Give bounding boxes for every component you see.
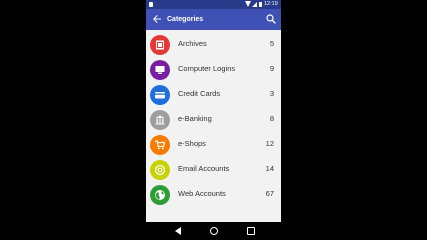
list-item-label: Credit Cards	[178, 89, 221, 98]
cart-icon	[150, 134, 170, 155]
page-title: Categories	[167, 16, 204, 23]
list-item-label: Computer Logins	[178, 64, 236, 73]
globe-icon	[150, 184, 170, 205]
nav-recents-icon[interactable]	[247, 227, 255, 235]
list-item-e-banking[interactable]: e-Banking 8	[146, 107, 281, 132]
list-item-web-accounts[interactable]: Web Accounts 67	[146, 182, 281, 207]
list-item-count: 5	[269, 39, 274, 48]
signal-icon	[252, 1, 257, 7]
list-item-count: 67	[265, 189, 274, 198]
list-item-label: Archives	[178, 39, 207, 48]
list-item-count: 9	[269, 64, 274, 73]
app-bar: Categories	[146, 9, 281, 30]
list-item-label: e-Shops	[178, 139, 206, 148]
list-item-archives[interactable]: Archives 5	[146, 32, 281, 57]
list-item-label: Web Accounts	[178, 189, 226, 198]
list-item-computer-logins[interactable]: Computer Logins 9	[146, 57, 281, 82]
list-item-email-accounts[interactable]: Email Accounts 14	[146, 157, 281, 182]
status-bar: 12:19	[146, 0, 281, 9]
list-item-label: e-Banking	[178, 114, 212, 123]
archive-icon	[150, 34, 170, 55]
list-item-count: 12	[265, 139, 274, 148]
list-item-e-shops[interactable]: e-Shops 12	[146, 132, 281, 157]
list-item-count: 3	[269, 89, 274, 98]
nav-home-icon[interactable]	[210, 227, 218, 235]
list-item-count: 14	[265, 164, 274, 173]
navigation-bar	[146, 222, 281, 240]
list-item-credit-cards[interactable]: Credit Cards 3	[146, 82, 281, 107]
battery-icon	[259, 1, 262, 7]
computer-icon	[150, 59, 170, 80]
list-item-label: Email Accounts	[178, 164, 230, 173]
wifi-icon	[245, 1, 251, 7]
search-icon[interactable]	[265, 13, 277, 25]
nav-back-icon[interactable]	[175, 227, 181, 235]
back-arrow-icon[interactable]	[151, 13, 163, 25]
credit-card-icon	[150, 84, 170, 105]
list-item-count: 8	[269, 114, 274, 123]
phone-screen: 12:19 Categories Archives 5 Computer Log…	[146, 0, 281, 240]
status-time: 12:19	[264, 1, 278, 8]
category-list: Archives 5 Computer Logins 9 Credit Card…	[146, 32, 281, 208]
notification-icon	[149, 1, 153, 7]
bank-icon	[150, 109, 170, 130]
email-icon	[150, 159, 170, 180]
